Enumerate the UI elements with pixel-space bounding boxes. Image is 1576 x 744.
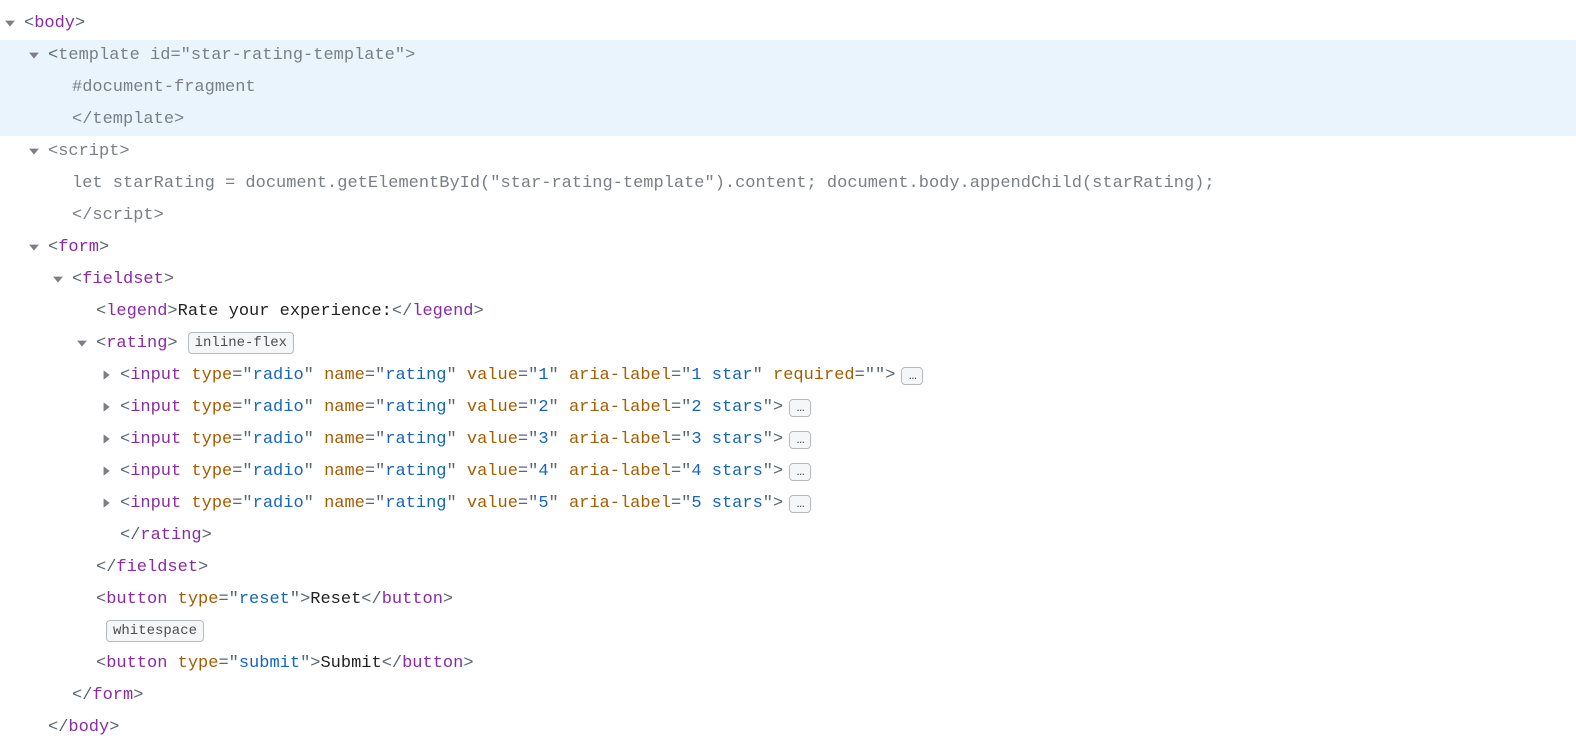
tree-row-script-open[interactable]: <script>: [0, 136, 1576, 168]
tree-row-fieldset-close[interactable]: </fieldset>: [0, 552, 1576, 584]
tree-row-input[interactable]: <input type="radio" name="rating" value=…: [0, 360, 1576, 392]
disclosure-triangle-icon[interactable]: [28, 145, 42, 159]
whitespace-badge: whitespace: [106, 620, 204, 642]
ellipsis-badge[interactable]: …: [789, 431, 811, 449]
disclosure-triangle-icon[interactable]: [100, 497, 114, 511]
display-badge: inline-flex: [188, 332, 294, 354]
tree-row-template-close[interactable]: </template>: [0, 104, 1576, 136]
tree-row-fieldset-open[interactable]: <fieldset>: [0, 264, 1576, 296]
tree-row-button-submit[interactable]: <button type="submit">Submit</button>: [0, 648, 1576, 680]
ellipsis-badge[interactable]: …: [789, 399, 811, 417]
tree-row-form-open[interactable]: <form>: [0, 232, 1576, 264]
tree-row-input[interactable]: <input type="radio" name="rating" value=…: [0, 424, 1576, 456]
tree-row-body-open[interactable]: <body>: [0, 8, 1576, 40]
tree-row-template-open[interactable]: <template id="star-rating-template">: [0, 40, 1576, 72]
tree-row-rating-open[interactable]: <rating>inline-flex: [0, 328, 1576, 360]
disclosure-triangle-icon[interactable]: [100, 401, 114, 415]
tree-row-input[interactable]: <input type="radio" name="rating" value=…: [0, 392, 1576, 424]
tree-row-script-close[interactable]: </script>: [0, 200, 1576, 232]
tree-row-body-close[interactable]: </body>: [0, 712, 1576, 744]
tree-row-form-close[interactable]: </form>: [0, 680, 1576, 712]
dom-tree[interactable]: <body><template id="star-rating-template…: [0, 8, 1576, 744]
ellipsis-badge[interactable]: …: [789, 463, 811, 481]
disclosure-triangle-icon[interactable]: [100, 465, 114, 479]
disclosure-triangle-icon[interactable]: [52, 273, 66, 287]
tree-row-rating-close[interactable]: </rating>: [0, 520, 1576, 552]
disclosure-triangle-icon[interactable]: [28, 241, 42, 255]
disclosure-triangle-icon[interactable]: [100, 433, 114, 447]
tree-row-input[interactable]: <input type="radio" name="rating" value=…: [0, 456, 1576, 488]
ellipsis-badge[interactable]: …: [789, 495, 811, 513]
disclosure-triangle-icon[interactable]: [4, 17, 18, 31]
disclosure-triangle-icon[interactable]: [28, 49, 42, 63]
document-fragment-label: #document-fragment: [72, 78, 256, 97]
ellipsis-badge[interactable]: …: [901, 367, 923, 385]
tree-row-input[interactable]: <input type="radio" name="rating" value=…: [0, 488, 1576, 520]
disclosure-triangle-icon[interactable]: [100, 369, 114, 383]
tree-row-script-body[interactable]: let starRating = document.getElementById…: [0, 168, 1576, 200]
tree-row-legend[interactable]: <legend>Rate your experience:</legend>: [0, 296, 1576, 328]
tree-row-button-reset[interactable]: <button type="reset">Reset</button>: [0, 584, 1576, 616]
tree-row-whitespace[interactable]: whitespace: [0, 616, 1576, 648]
disclosure-triangle-icon[interactable]: [76, 337, 90, 351]
script-text: let starRating = document.getElementById…: [72, 174, 1215, 193]
tree-row-doc-fragment[interactable]: #document-fragment: [0, 72, 1576, 104]
